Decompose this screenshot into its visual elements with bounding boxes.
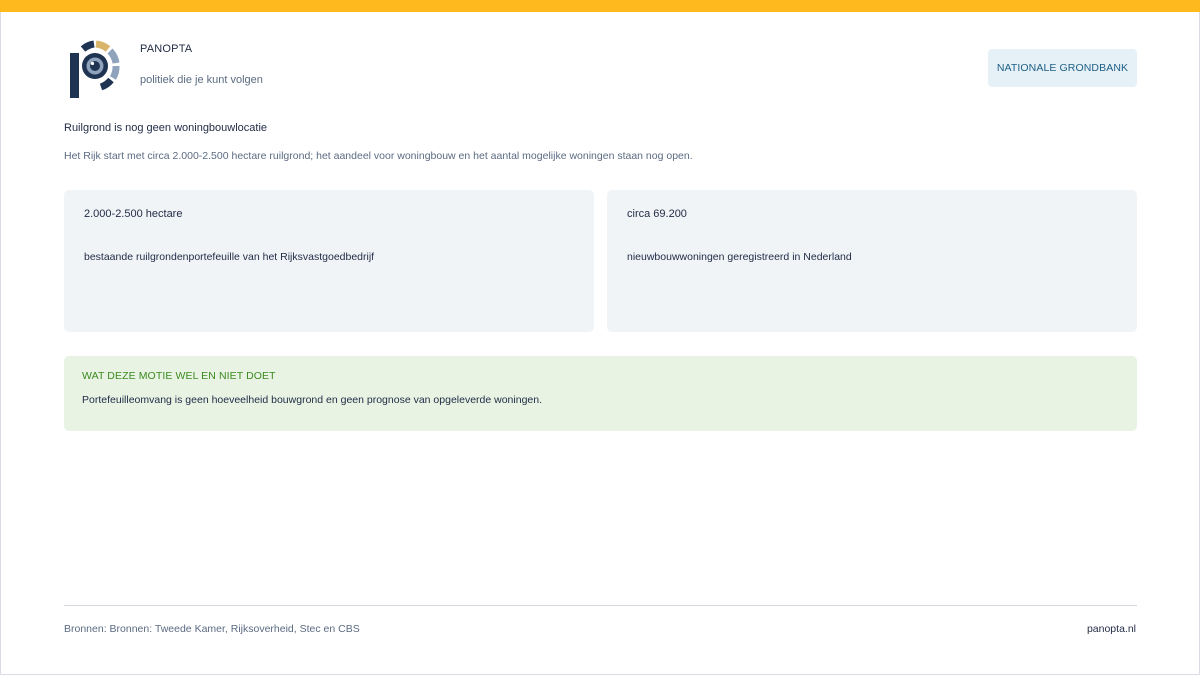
brand-name: PANOPTA [140, 43, 193, 55]
stat-value: 2.000-2.500 hectare [84, 208, 183, 220]
top-accent-bar [0, 0, 1200, 12]
page-frame [0, 0, 1200, 675]
note-body: Portefeuilleomvang is geen hoeveelheid b… [82, 394, 543, 406]
stat-label: nieuwbouwwoningen geregistreerd in Neder… [627, 251, 852, 263]
subline: Het Rijk start met circa 2.000-2.500 hec… [64, 150, 693, 162]
note-title: WAT DEZE MOTIE WEL EN NIET DOET [82, 370, 276, 382]
eye-logo-icon [66, 39, 122, 101]
stat-label: bestaande ruilgrondenportefeuille van he… [84, 251, 375, 263]
brand-tagline: politiek die je kunt volgen [140, 74, 263, 86]
motion-note: WAT DEZE MOTIE WEL EN NIET DOET Portefeu… [64, 356, 1137, 431]
headline: Ruilgrond is nog geen woningbouwlocatie [64, 122, 268, 134]
stat-card-hectares: 2.000-2.500 hectare bestaande ruilgronde… [64, 190, 594, 332]
topic-tag: NATIONALE GRONDBANK [988, 49, 1137, 87]
stat-card-dwellings: circa 69.200 nieuwbouwwoningen geregistr… [607, 190, 1137, 332]
stat-value: circa 69.200 [627, 208, 687, 220]
footer-divider [64, 605, 1137, 606]
footer-site-link[interactable]: panopta.nl [1087, 623, 1136, 635]
footer-sources: Bronnen: Bronnen: Tweede Kamer, Rijksove… [64, 623, 360, 635]
